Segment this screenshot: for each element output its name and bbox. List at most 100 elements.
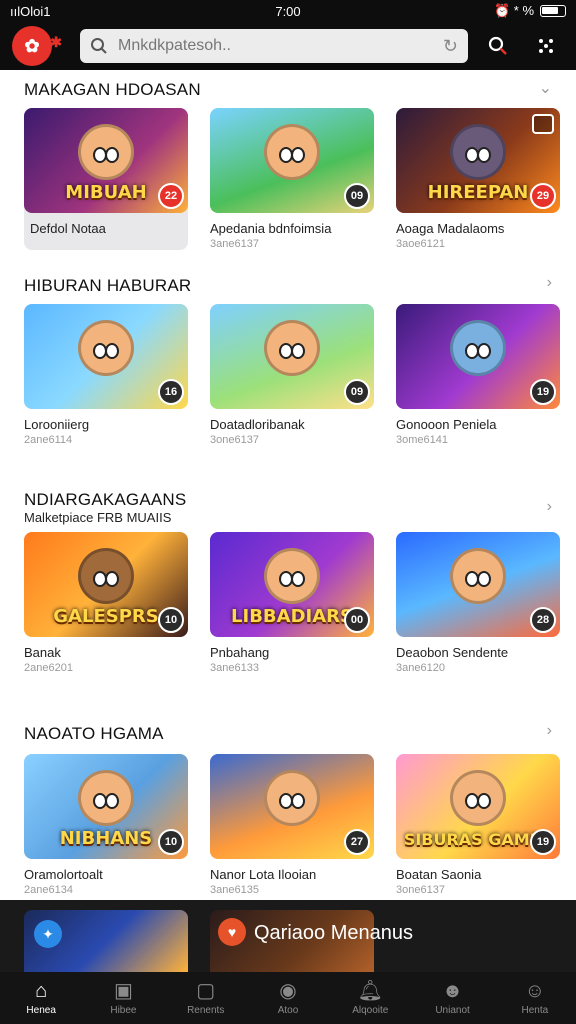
character-art bbox=[450, 548, 506, 604]
tab-atoo[interactable]: ◉ Atoo bbox=[247, 972, 329, 1024]
game-meta: 3one6137 bbox=[396, 884, 445, 896]
game-meta: 3ome6141 bbox=[396, 434, 448, 446]
section: MAKAGAN HDOASAN ⌄ MIBUAH 22 Defdol Notaa… bbox=[0, 70, 576, 250]
game-thumbnail: 09 bbox=[210, 304, 374, 409]
game-title: Lorooniierg bbox=[24, 417, 90, 432]
people-icon: ☻ bbox=[442, 980, 464, 1002]
count-badge: 29 bbox=[530, 183, 556, 209]
refresh-icon[interactable]: ↻ bbox=[443, 36, 458, 57]
search-input[interactable]: Mnkdkpatesoh.. bbox=[118, 37, 433, 55]
section-subtitle: Malketpiace FRB MUAIIS bbox=[24, 510, 172, 525]
game-title: Defdol Notaa bbox=[30, 221, 106, 236]
game-meta: 2ane6134 bbox=[24, 884, 73, 896]
character-art bbox=[450, 770, 506, 826]
game-card[interactable]: MIBUAH 22 Defdol Notaa bbox=[24, 108, 188, 250]
game-card[interactable]: SIBURAS GAMES 19 Boatan Saonia 3one6137 bbox=[396, 754, 560, 896]
game-meta: 3aoe6121 bbox=[396, 238, 445, 250]
chevron-down-icon[interactable]: ⌄ bbox=[539, 78, 552, 98]
tab-label: Unianot bbox=[435, 1005, 470, 1016]
character-art bbox=[78, 124, 134, 180]
mini-player-title: Qariaoo Menanus bbox=[254, 922, 413, 944]
clock: 7:00 bbox=[275, 3, 301, 19]
bell-icon: 🔔︎ bbox=[357, 980, 383, 1002]
chevron-right-icon[interactable]: › bbox=[547, 274, 552, 292]
character-art bbox=[78, 548, 134, 604]
character-art bbox=[264, 770, 320, 826]
count-badge: 09 bbox=[344, 379, 370, 405]
scan-button[interactable] bbox=[528, 28, 564, 64]
search-bar[interactable]: Mnkdkpatesoh.. ↻ bbox=[80, 29, 468, 63]
bottom-tab-bar: ⌂ Henea ▣ Hibee ▢ Renents ◉ Atoo 🔔︎ Alqooite … bbox=[0, 972, 576, 1024]
battery-icon bbox=[540, 5, 566, 17]
window-icon[interactable] bbox=[532, 114, 554, 134]
status-bar: ıılOloi1 7:00 ⏰ * % bbox=[0, 0, 576, 22]
game-card[interactable]: 27 Nanor Lota Ilooian 3ane6135 bbox=[210, 754, 374, 896]
count-badge: 28 bbox=[530, 607, 556, 633]
character-art bbox=[450, 124, 506, 180]
game-card[interactable]: 09 Apedania bdnfoimsia 3ane6137 bbox=[210, 108, 374, 250]
app-logo[interactable]: ✿ ✱ bbox=[12, 26, 62, 66]
character-art bbox=[264, 124, 320, 180]
section-title: NDIARGAKAGAANS bbox=[24, 490, 187, 509]
game-card[interactable]: 28 Deaobon Sendente 3ane6120 bbox=[396, 532, 560, 674]
tab-label: Henea bbox=[26, 1005, 56, 1016]
tab-home[interactable]: ⌂ Henea bbox=[0, 972, 82, 1024]
tab-label: Hibee bbox=[110, 1005, 137, 1016]
bird-icon: ✦ bbox=[34, 920, 62, 948]
game-thumbnail: HIREEPAN 29 bbox=[396, 108, 560, 213]
game-meta: 3ane6120 bbox=[396, 662, 445, 674]
tab-label: Atoo bbox=[277, 1005, 299, 1016]
game-card[interactable]: HIREEPAN 29 Aoaga Madalaoms 3aoe6121 bbox=[396, 108, 560, 250]
section-title: NAOATO HGAMA bbox=[24, 724, 164, 743]
heart-icon[interactable]: ♥ bbox=[218, 918, 246, 946]
game-card[interactable]: 19 Gonooon Peniela 3ome6141 bbox=[396, 304, 560, 446]
box-icon: ▣ bbox=[113, 980, 133, 1002]
tab-box[interactable]: ▣ Hibee bbox=[82, 972, 164, 1024]
section: NDIARGAKAGAANS Malketpiace FRB MUAIIS › … bbox=[0, 480, 576, 674]
count-badge: 09 bbox=[344, 183, 370, 209]
tab-henta[interactable]: ☺ Henta bbox=[494, 972, 576, 1024]
game-thumbnail: MIBUAH 22 bbox=[24, 108, 188, 213]
game-title: Gonooon Peniela bbox=[396, 417, 497, 432]
character-art bbox=[264, 548, 320, 604]
search-button[interactable] bbox=[480, 28, 516, 64]
game-card[interactable]: 16 Lorooniierg 2ane6114 bbox=[24, 304, 188, 446]
game-thumbnail: 28 bbox=[396, 532, 560, 637]
game-card[interactable]: 09 Doatadloribanak 3one6137 bbox=[210, 304, 374, 446]
section-title: MAKAGAN HDOASAN bbox=[24, 80, 201, 99]
tab-label: Renents bbox=[187, 1005, 225, 1016]
count-badge: 19 bbox=[530, 829, 556, 855]
game-card[interactable]: GALESPRS 10 Banak 2ane6201 bbox=[24, 532, 188, 674]
tab-label: Henta bbox=[521, 1005, 549, 1016]
count-badge: 19 bbox=[530, 379, 556, 405]
character-art bbox=[264, 320, 320, 376]
count-badge: 16 bbox=[158, 379, 184, 405]
game-thumbnail: 19 bbox=[396, 304, 560, 409]
game-thumbnail: 16 bbox=[24, 304, 188, 409]
game-card[interactable]: LIBBADIARS 00 Pnbahang 3ane6133 bbox=[210, 532, 374, 674]
section: NAOATO HGAMA › NIBHANS 10 Oramolortoalt … bbox=[0, 714, 576, 896]
top-bar: ✿ ✱ Mnkdkpatesoh.. ↻ bbox=[0, 22, 576, 70]
game-thumbnail: SIBURAS GAMES 19 bbox=[396, 754, 560, 859]
mini-player[interactable]: ✦ ♥ Qariaoo Menanus bbox=[0, 900, 576, 972]
chevron-right-icon[interactable]: › bbox=[547, 722, 552, 740]
star-icon: ✱ bbox=[50, 34, 62, 50]
game-title: Nanor Lota Ilooian bbox=[210, 867, 317, 882]
tab-renents[interactable]: ▢ Renents bbox=[165, 972, 247, 1024]
profile-icon: ☺ bbox=[524, 980, 546, 1002]
game-card[interactable]: NIBHANS 10 Oramolortoalt 2ane6134 bbox=[24, 754, 188, 896]
game-title: Boatan Saonia bbox=[396, 867, 482, 882]
home-icon: ⌂ bbox=[35, 980, 48, 1002]
section: HIBURAN HABURAR › 16 Lorooniierg 2ane611… bbox=[0, 266, 576, 446]
character-art bbox=[78, 770, 134, 826]
tab-unianot[interactable]: ☻ Unianot bbox=[411, 972, 493, 1024]
chevron-right-icon[interactable]: › bbox=[547, 498, 552, 516]
count-badge: 22 bbox=[158, 183, 184, 209]
character-art bbox=[78, 320, 134, 376]
section-title: HIBURAN HABURAR bbox=[24, 276, 192, 295]
game-thumbnail: NIBHANS 10 bbox=[24, 754, 188, 859]
tab-alqooite[interactable]: 🔔︎ Alqooite bbox=[329, 972, 411, 1024]
game-title: Apedania bdnfoimsia bbox=[210, 221, 332, 236]
game-title: Oramolortoalt bbox=[24, 867, 103, 882]
main-content[interactable]: MAKAGAN HDOASAN ⌄ MIBUAH 22 Defdol Notaa… bbox=[0, 70, 576, 900]
